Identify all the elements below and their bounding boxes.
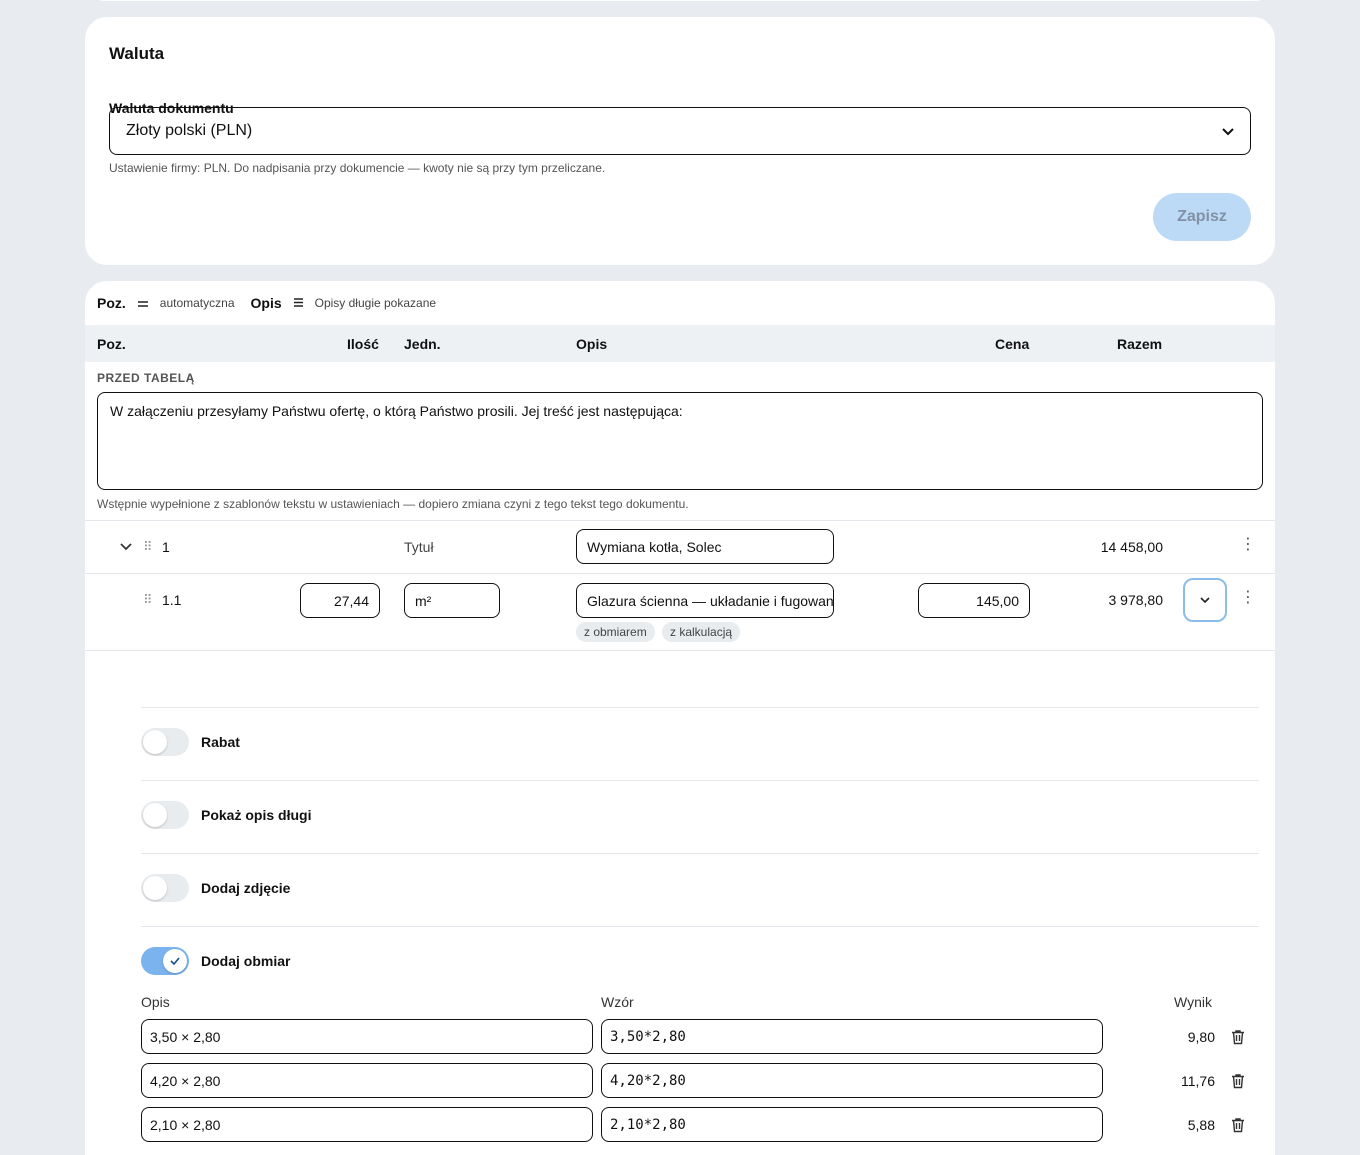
row-qty-input[interactable]: 27,44: [300, 583, 380, 618]
toggle-rabat-label: Rabat: [201, 734, 240, 750]
divider: [85, 650, 1275, 651]
meas-col-opis: Opis: [141, 994, 170, 1010]
currency-select-value: Złoty polski (PLN): [126, 122, 253, 139]
toggle-measurement[interactable]: [141, 947, 189, 975]
chevron-down-icon: [1222, 124, 1234, 139]
toggle-measurement-label: Dodaj obmiar: [201, 953, 291, 969]
save-button[interactable]: Zapisz: [1153, 193, 1251, 241]
meas-result: 9,80: [1187, 1029, 1215, 1045]
col-razem: Razem: [1117, 336, 1163, 352]
row-desc-input[interactable]: Wymiana kotła, Solec: [576, 529, 834, 564]
toggle-photo[interactable]: [141, 874, 189, 902]
row-unit-input[interactable]: m²: [404, 583, 500, 618]
previous-card-bottom: [85, 0, 1275, 1]
toolbar-opis-value[interactable]: Opisy długie pokazane: [315, 296, 436, 310]
toggle-rabat[interactable]: [141, 728, 189, 756]
drag-handle-icon[interactable]: ⠿: [143, 539, 152, 555]
currency-helper: Ustawienie firmy: PLN. Do nadpisania prz…: [109, 161, 606, 175]
chip-measurement[interactable]: z obmiarem: [576, 622, 655, 642]
chip-calculation[interactable]: z kalkulacją: [662, 622, 741, 642]
divider: [141, 926, 1259, 927]
expand-row-button[interactable]: [1183, 578, 1227, 622]
row-price-input[interactable]: 145,00: [918, 583, 1030, 618]
kebab-menu-icon[interactable]: ⋮: [1240, 537, 1256, 553]
collapse-row-icon[interactable]: [120, 538, 132, 554]
meas-wzor-input[interactable]: 2,10*2,80: [601, 1107, 1103, 1142]
before-table-helper: Wstępnie wypełnione z szablonów tekstu w…: [97, 497, 689, 511]
toolbar-poz-value[interactable]: automatyczna: [160, 296, 235, 310]
meas-col-wynik: Wynik: [1174, 994, 1212, 1010]
row-total: 14 458,00: [1100, 539, 1163, 555]
kebab-menu-icon[interactable]: ⋮: [1240, 590, 1256, 606]
meas-opis-input[interactable]: 4,20 × 2,80: [141, 1063, 593, 1098]
before-table-textarea[interactable]: W załączeniu przesyłamy Państwu ofertę, …: [97, 392, 1263, 490]
trash-icon[interactable]: [1230, 1029, 1246, 1045]
meas-wzor-input[interactable]: 3,50*2,80: [601, 1019, 1103, 1054]
menu-lines-icon[interactable]: [293, 296, 303, 310]
col-jedn: Jedn.: [404, 336, 441, 352]
divider: [141, 707, 1259, 708]
toggle-long-desc[interactable]: [141, 801, 189, 829]
meas-opis-input[interactable]: 3,50 × 2,80: [141, 1019, 593, 1054]
col-opis: Opis: [576, 336, 608, 352]
meas-col-wzor: Wzór: [601, 994, 634, 1010]
row-number: 1.1: [162, 592, 182, 608]
toolbar-poz-label: Poz.: [97, 295, 126, 311]
meas-opis-input[interactable]: 2,10 × 2,80: [141, 1107, 593, 1142]
currency-select[interactable]: Złoty polski (PLN): [109, 107, 1251, 155]
items-toolbar: Poz. automatyczna Opis Opisy długie poka…: [97, 295, 436, 311]
trash-icon[interactable]: [1230, 1117, 1246, 1133]
currency-title: Waluta: [109, 44, 165, 63]
row-unit: Tytuł: [404, 539, 434, 555]
meas-result: 11,76: [1181, 1073, 1215, 1089]
toggle-long-desc-label: Pokaż opis długi: [201, 807, 312, 823]
col-cena: Cena: [995, 336, 1030, 352]
divider: [85, 520, 1275, 521]
chevron-down-icon: [1200, 597, 1210, 603]
currency-card: Waluta Waluta dokumentu Złoty polski (PL…: [85, 17, 1275, 265]
row-desc-input[interactable]: Glazura ścienna — układanie i fugowanie: [576, 583, 834, 618]
col-ilosc: Ilość: [347, 336, 379, 352]
table-header: Poz. Ilość Jedn. Opis Cena Razem: [85, 325, 1275, 362]
trash-icon[interactable]: [1230, 1073, 1246, 1089]
divider: [85, 573, 1275, 574]
toolbar-opis-label: Opis: [250, 295, 282, 311]
before-table-label: PRZED TABELĄ: [97, 371, 195, 385]
meas-wzor-input[interactable]: 4,20*2,80: [601, 1063, 1103, 1098]
row-total: 3 978,80: [1108, 592, 1164, 608]
row-number: 1: [162, 539, 170, 555]
drag-handle-icon[interactable]: ⠿: [143, 592, 152, 608]
col-poz: Poz.: [97, 336, 126, 352]
divider: [141, 780, 1259, 781]
toggle-photo-label: Dodaj zdjęcie: [201, 880, 291, 896]
check-icon: [170, 957, 180, 965]
equals-icon[interactable]: [137, 296, 148, 310]
divider: [141, 853, 1259, 854]
meas-result: 5,88: [1187, 1117, 1215, 1133]
items-card: Poz. automatyczna Opis Opisy długie poka…: [85, 281, 1275, 1155]
